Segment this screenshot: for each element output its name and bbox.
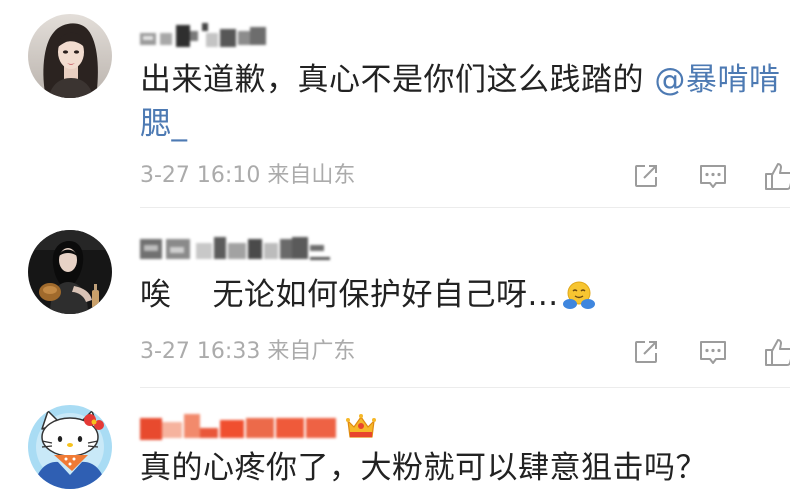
avatar[interactable]: [28, 405, 112, 489]
comment-item[interactable]: 出来道歉，真心不是你们这么践踏的 @暴啃啃腮_ 3-27 16:10 来自山东: [0, 0, 790, 207]
comment-time-location: 3-27 16:10 来自山东: [140, 163, 356, 188]
username[interactable]: [140, 235, 332, 263]
comment-icon[interactable]: [698, 163, 728, 191]
avatar[interactable]: [28, 14, 112, 98]
comment-body-end: 无论如何保护好自己呀...: [212, 277, 559, 313]
hug-emoji: [562, 280, 596, 310]
comment-text: 出来道歉，真心不是你们这么践踏的 @暴啃啃腮_: [140, 58, 788, 146]
comment-item[interactable]: 唉 无论如何保护好自己呀... 3-27 16:33 来自广东: [0, 208, 790, 387]
comment-body-start: 唉: [140, 277, 172, 313]
avatar[interactable]: [28, 230, 112, 314]
username[interactable]: [140, 412, 340, 442]
like-icon[interactable]: [764, 161, 790, 191]
share-icon[interactable]: [632, 162, 660, 190]
crown-icon: [345, 413, 377, 441]
like-icon[interactable]: [764, 337, 790, 367]
comment-text: 唉 无论如何保护好自己呀...: [140, 273, 788, 317]
comment-time-location: 3-27 16:33 来自广东: [140, 339, 356, 364]
share-icon[interactable]: [632, 338, 660, 366]
username[interactable]: [140, 23, 268, 49]
comment-icon[interactable]: [698, 339, 728, 367]
comment-body: 出来道歉，真心不是你们这么践踏的: [140, 62, 644, 98]
comment-item[interactable]: 真的心疼你了，大粉就可以肆意狙击吗？: [0, 388, 790, 503]
comment-text: 真的心疼你了，大粉就可以肆意狙击吗？: [140, 450, 707, 486]
